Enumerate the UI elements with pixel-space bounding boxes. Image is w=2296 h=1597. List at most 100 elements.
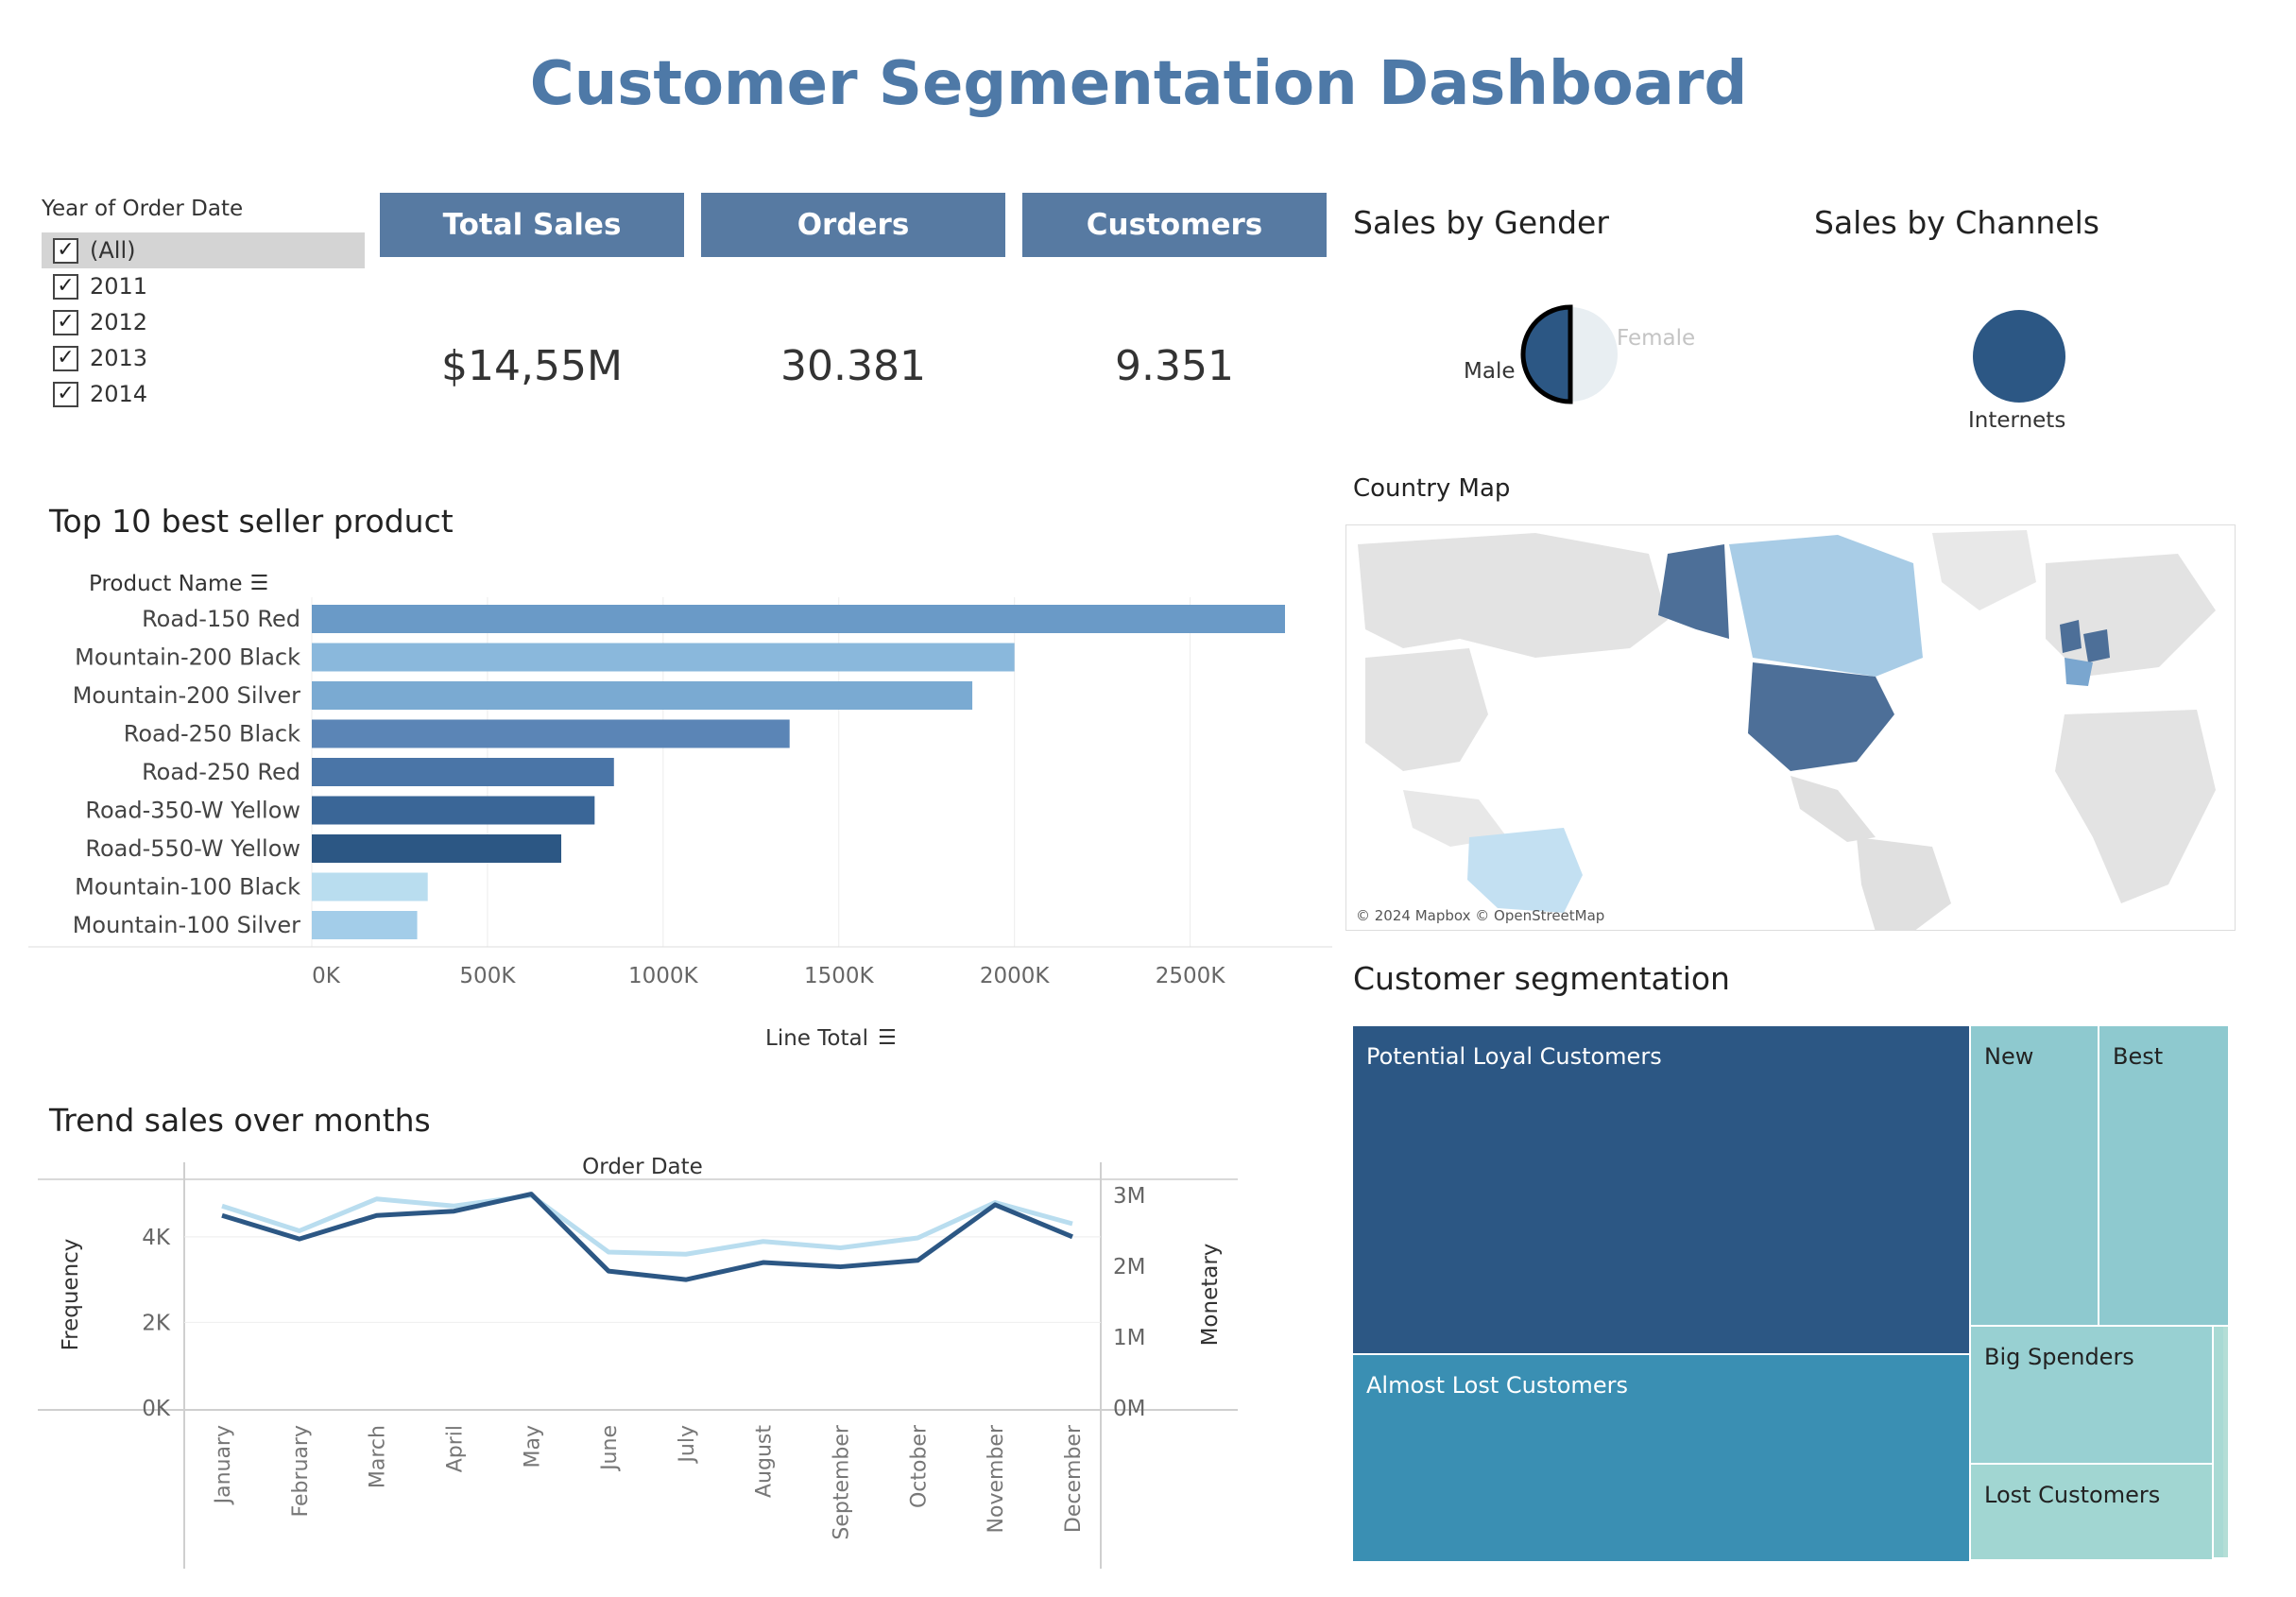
- month-label: January: [212, 1425, 235, 1505]
- gender-male-label: Male: [1464, 359, 1516, 384]
- segment-potential-loyal[interactable]: Potential Loyal Customers: [1353, 1026, 1971, 1355]
- land-usa: [1748, 662, 1894, 771]
- segment-big-spenders[interactable]: Big Spenders: [1971, 1327, 2214, 1465]
- filter-item-all[interactable]: ✓ (All): [42, 232, 365, 268]
- bar-category-label: Mountain-200 Silver: [73, 682, 300, 709]
- filter-item-label: 2014: [90, 381, 148, 407]
- land-alaska: [1658, 544, 1729, 639]
- top10-title: Top 10 best seller product: [49, 503, 454, 540]
- left-tick-label: 0K: [142, 1397, 171, 1421]
- month-label: April: [443, 1425, 467, 1472]
- checkbox-checked-icon[interactable]: ✓: [53, 309, 78, 335]
- map-title: Country Map: [1353, 474, 1511, 503]
- month-label: July: [676, 1425, 699, 1465]
- land-south-america: [1857, 837, 1951, 930]
- land-europe: [2046, 554, 2216, 677]
- segment-new[interactable]: New: [1971, 1026, 2099, 1327]
- checkbox-checked-icon[interactable]: ✓: [53, 273, 78, 300]
- bar[interactable]: [312, 719, 790, 748]
- trend-title: Trend sales over months: [49, 1102, 431, 1139]
- line-total-axis-label: Line Total: [765, 1026, 868, 1051]
- monetary-axis-title: Monetary: [1198, 1244, 1223, 1347]
- segmentation-treemap: Potential Loyal Customers Almost Lost Cu…: [1353, 1026, 2234, 1561]
- segment-label: Potential Loyal Customers: [1366, 1043, 1662, 1070]
- land-east-asia: [1365, 648, 1488, 771]
- x-tick-label: 500K: [459, 964, 516, 988]
- right-tick-label: 1M: [1113, 1326, 1145, 1350]
- x-tick-label: 1000K: [628, 964, 699, 988]
- checkbox-checked-icon[interactable]: ✓: [53, 237, 78, 264]
- kpi-customers-value: 9.351: [1115, 342, 1234, 390]
- bar[interactable]: [312, 796, 595, 825]
- segment-small-1[interactable]: [2214, 1327, 2223, 1557]
- segment-small-2[interactable]: [2223, 1327, 2228, 1557]
- segment-label: Almost Lost Customers: [1366, 1372, 1628, 1399]
- year-filter-title: Year of Order Date: [42, 197, 244, 221]
- segment-label: Best: [2113, 1043, 2164, 1070]
- bar-category-label: Road-150 Red: [142, 606, 300, 632]
- x-tick-label: 2000K: [980, 964, 1051, 988]
- bar-category-label: Road-250 Red: [142, 759, 300, 785]
- filter-item-label: 2012: [90, 309, 148, 335]
- bar[interactable]: [312, 872, 428, 902]
- filter-item-2011[interactable]: ✓ 2011: [42, 268, 365, 304]
- filter-item-2014[interactable]: ✓ 2014: [42, 376, 365, 412]
- segmentation-title: Customer segmentation: [1353, 960, 1730, 997]
- bar[interactable]: [312, 681, 973, 710]
- month-label: October: [907, 1424, 931, 1508]
- segment-label: Big Spenders: [1984, 1344, 2134, 1370]
- x-tick-label: 0K: [312, 964, 341, 988]
- x-tick-label: 1500K: [804, 964, 875, 988]
- land-uk: [2060, 620, 2082, 653]
- sort-icon[interactable]: ☰: [250, 574, 269, 594]
- bar[interactable]: [312, 605, 1285, 633]
- month-label: August: [753, 1425, 777, 1498]
- segment-almost-lost[interactable]: Almost Lost Customers: [1353, 1355, 1971, 1561]
- country-map[interactable]: © 2024 Mapbox © OpenStreetMap: [1345, 524, 2236, 931]
- product-name-header[interactable]: Product Name ☰: [89, 572, 268, 596]
- x-tick-label: 2500K: [1156, 964, 1226, 988]
- right-tick-label: 0M: [1113, 1397, 1145, 1421]
- frequency-axis-title: Frequency: [59, 1239, 83, 1351]
- bar-category-label: Mountain-100 Black: [75, 874, 300, 901]
- bar-category-label: Mountain-100 Silver: [73, 912, 300, 938]
- month-label: June: [598, 1425, 622, 1472]
- pie-slice-male[interactable]: [1520, 304, 1573, 404]
- segment-best[interactable]: Best: [2099, 1026, 2228, 1327]
- order-date-header: Order Date: [582, 1155, 703, 1179]
- land-germany: [2083, 629, 2110, 662]
- kpi-orders-header: Orders: [701, 193, 1005, 257]
- world-map-graphic: [1358, 530, 2216, 930]
- pie-slice-female[interactable]: [1570, 307, 1618, 402]
- bar-category-label: Road-550-W Yellow: [85, 835, 300, 862]
- gender-pie-chart[interactable]: [1455, 293, 1635, 416]
- bar[interactable]: [312, 643, 1015, 672]
- sort-icon[interactable]: ☰: [878, 1028, 897, 1049]
- left-tick-label: 4K: [142, 1226, 171, 1250]
- product-name-header-label: Product Name: [89, 572, 243, 596]
- month-label: September: [831, 1424, 854, 1540]
- trend-line-chart: Order Date 4K 2K 0K 3M 2M 1M 0M Frequency Monetar…: [38, 1155, 1238, 1569]
- filter-item-2013[interactable]: ✓ 2013: [42, 340, 365, 376]
- filter-item-label: 2013: [90, 345, 148, 371]
- bar-category-label: Road-250 Black: [124, 721, 300, 747]
- bar[interactable]: [312, 911, 418, 939]
- dashboard-title: Customer Segmentation Dashboard: [529, 49, 1748, 119]
- gender-title: Sales by Gender: [1353, 204, 1609, 241]
- channel-circle-internets[interactable]: [1973, 310, 2065, 403]
- filter-item-2012[interactable]: ✓ 2012: [42, 304, 365, 340]
- month-label: March: [367, 1425, 390, 1488]
- checkbox-checked-icon[interactable]: ✓: [53, 345, 78, 371]
- month-label: May: [521, 1425, 544, 1468]
- top10-bar-chart: 0K 500K 1000K 1500K 2000K 2500K Road-150 Red Mo…: [28, 597, 1332, 988]
- month-label: November: [985, 1424, 1008, 1533]
- segment-label: Lost Customers: [1984, 1482, 2161, 1508]
- bar[interactable]: [312, 834, 562, 863]
- segment-lost-customers[interactable]: Lost Customers: [1971, 1465, 2214, 1559]
- land-africa: [2055, 710, 2216, 903]
- checkbox-checked-icon[interactable]: ✓: [53, 381, 78, 407]
- bar[interactable]: [312, 758, 614, 786]
- line-total-axis[interactable]: Line Total ☰: [765, 1026, 897, 1051]
- land-france: [2065, 658, 2093, 686]
- month-label: February: [289, 1425, 313, 1518]
